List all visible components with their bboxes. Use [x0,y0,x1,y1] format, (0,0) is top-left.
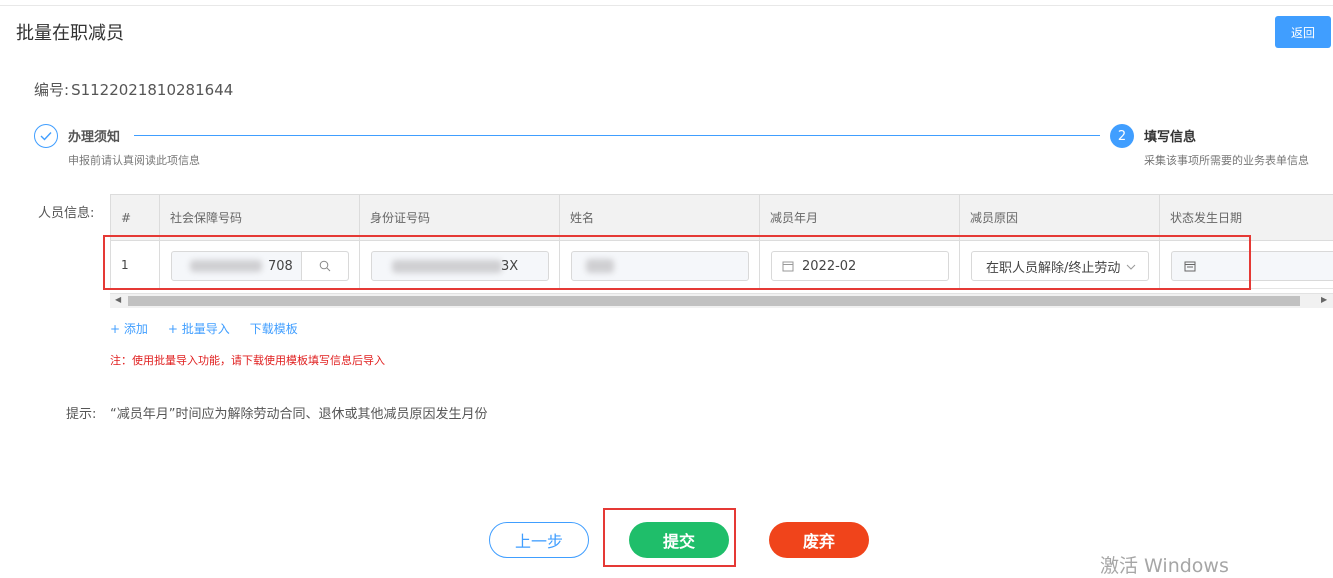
previous-step-button[interactable]: 上一步 [489,522,589,558]
highlight-row-box [103,235,1251,290]
header-name: 姓名 [560,195,760,240]
import-note: 注：使用批量导入功能，请下载使用模板填写信息后导入 [110,354,385,367]
step-connector [134,135,1100,136]
header-month: 减员年月 [760,195,960,240]
serial-value: S1122021810281644 [71,81,234,99]
add-link[interactable]: + 添加 [110,320,148,337]
person-info-label: 人员信息: [38,206,95,221]
header-reason: 减员原因 [960,195,1160,240]
serial-label: 编号: [34,81,70,99]
step-1-title: 办理须知 [68,130,121,145]
scroll-thumb[interactable] [128,296,1300,306]
batch-import-link[interactable]: + 批量导入 [168,320,230,337]
tip-label: 提示: [66,407,97,422]
download-template-link[interactable]: 下载模板 [250,320,298,337]
windows-activation-watermark: 激活 Windows [1100,555,1229,577]
table-actions: + 添加 + 批量导入 下载模板 [110,320,298,337]
serial-number: 编号: S1122021810281644 [34,79,233,100]
highlight-submit-box [603,508,736,567]
check-icon [40,132,52,141]
back-button[interactable]: 返回 [1275,16,1331,48]
header-ss-number: 社会保障号码 [160,195,360,240]
step-1-desc: 申报前请认真阅读此项信息 [68,154,200,167]
tip-text: “减员年月”时间应为解除劳动合同、退休或其他减员原因发生月份 [110,407,488,422]
top-divider [0,5,1333,6]
header-status-date: 状态发生日期 [1170,211,1243,225]
page-title: 批量在职减员 [16,23,124,44]
scroll-right-icon[interactable]: ▶ [1321,295,1327,304]
step-2-indicator: 2 [1110,124,1134,148]
step-2-title: 填写信息 [1144,130,1197,145]
scroll-left-icon[interactable]: ◀ [115,295,121,304]
header-index: # [110,195,160,240]
discard-button[interactable]: 废弃 [769,522,869,558]
step-2-desc: 采集该事项所需要的业务表单信息 [1144,154,1309,167]
table-horizontal-scrollbar[interactable]: ◀ ▶ [110,293,1333,308]
step-1-indicator [34,124,58,148]
header-id-number: 身份证号码 [360,195,560,240]
table-header-row: # 社会保障号码 身份证号码 姓名 减员年月 减员原因 状态发生日期 [110,194,1333,241]
